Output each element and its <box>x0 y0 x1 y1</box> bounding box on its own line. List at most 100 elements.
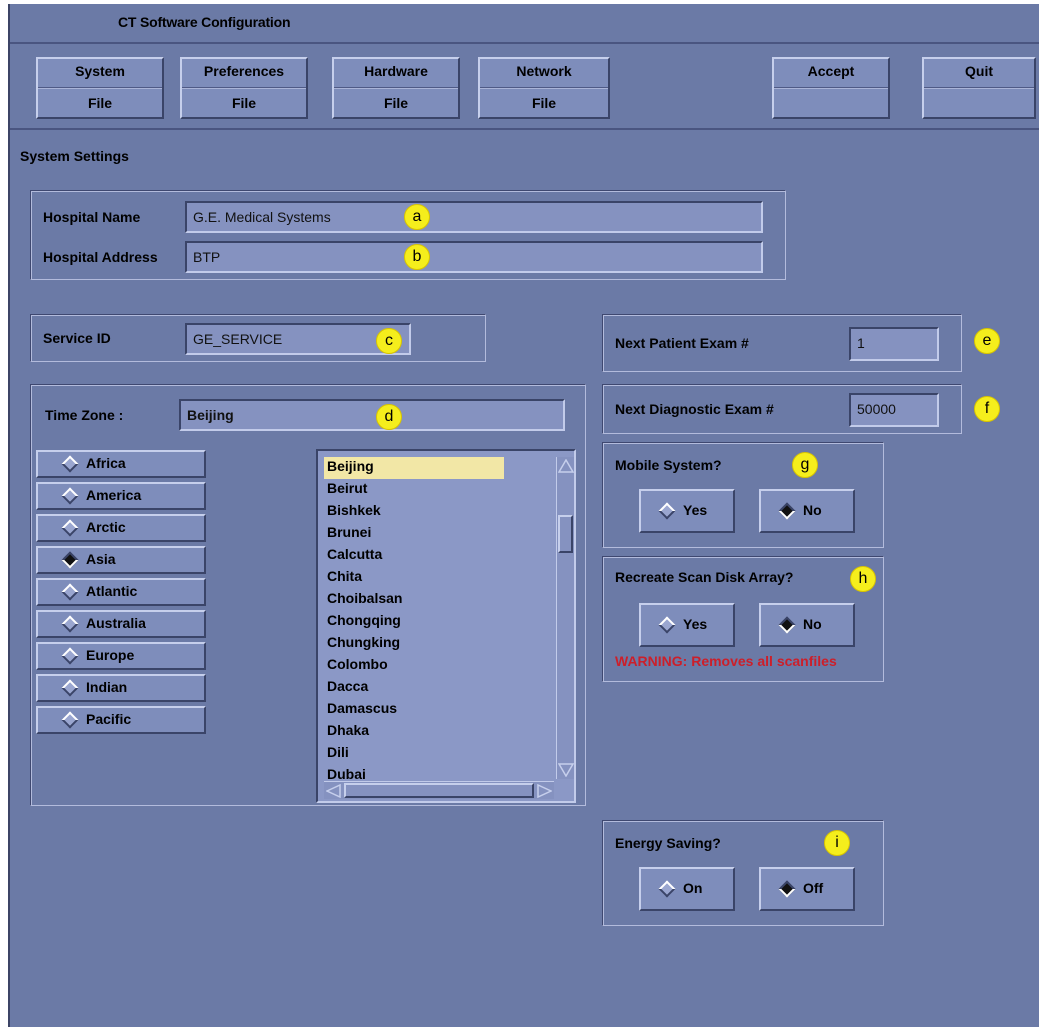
city-list-item[interactable]: Beijing <box>324 457 504 479</box>
city-list-item[interactable]: Dacca <box>324 677 552 699</box>
preferences-file-button[interactable]: Preferences File <box>180 57 308 119</box>
region-radio-indian[interactable]: Indian <box>36 674 206 702</box>
recreate-yes-button[interactable]: Yes <box>639 603 735 647</box>
hardware-label: Hardware <box>364 63 428 79</box>
hospital-name-label: Hospital Name <box>43 209 141 225</box>
city-list: Beijing Beirut Bishkek Brunei Calcutta Chita C… <box>324 457 552 787</box>
region-radio-australia[interactable]: Australia <box>36 610 206 638</box>
region-label: Africa <box>86 455 126 471</box>
hospital-name-field[interactable]: G.E. Medical Systems <box>185 201 763 233</box>
energy-on-button[interactable]: On <box>639 867 735 911</box>
scroll-down-arrow-icon[interactable] <box>558 763 574 777</box>
network-label: Network <box>516 63 572 79</box>
hardware-file-label: File <box>383 95 409 111</box>
diamond-radio-icon <box>658 880 676 898</box>
city-list-item[interactable]: Colombo <box>324 655 552 677</box>
region-radio-arctic[interactable]: Arctic <box>36 514 206 542</box>
region-radio-asia[interactable]: Asia <box>36 546 206 574</box>
vertical-scroll-thumb[interactable] <box>558 515 573 553</box>
system-file-button[interactable]: System File <box>36 57 164 119</box>
city-listbox[interactable]: Beijing Beirut Bishkek Brunei Calcutta Chita C… <box>316 449 576 803</box>
energy-on-label: On <box>683 880 703 896</box>
hospital-address-field[interactable]: BTP <box>185 241 763 273</box>
city-list-item[interactable]: Beirut <box>324 479 552 501</box>
city-list-item[interactable]: Brunei <box>324 523 552 545</box>
region-radio-europe[interactable]: Europe <box>36 642 206 670</box>
accept-button[interactable]: Accept <box>772 57 890 119</box>
mobile-yes-button[interactable]: Yes <box>639 489 735 533</box>
region-label: Arctic <box>86 519 126 535</box>
preferences-file-label: File <box>231 95 257 111</box>
diamond-radio-icon <box>61 711 79 729</box>
next-diagnostic-field[interactable]: 50000 <box>849 393 939 427</box>
city-list-item[interactable]: Bishkek <box>324 501 552 523</box>
region-label: Europe <box>86 647 135 663</box>
system-file-label: File <box>87 95 113 111</box>
warning-text: WARNING: Removes all scanfiles <box>615 653 837 669</box>
city-list-item[interactable]: Chungking <box>324 633 552 655</box>
city-list-item[interactable]: Damascus <box>324 699 552 721</box>
diamond-radio-icon <box>61 519 79 537</box>
next-diagnostic-label: Next Diagnostic Exam # <box>615 401 774 417</box>
marker-e: e <box>974 328 1000 354</box>
diamond-radio-icon <box>61 455 79 473</box>
marker-b: b <box>404 244 430 270</box>
next-patient-group: Next Patient Exam # 1 <box>602 314 962 372</box>
diamond-radio-icon <box>61 647 79 665</box>
city-list-item[interactable]: Calcutta <box>324 545 552 567</box>
diamond-radio-selected-icon <box>61 551 79 569</box>
network-file-label: File <box>531 95 557 111</box>
marker-h: h <box>850 566 876 592</box>
marker-a: a <box>404 204 430 230</box>
region-label: Australia <box>86 615 146 631</box>
marker-c: c <box>376 328 402 354</box>
city-list-item[interactable]: Dhaka <box>324 721 552 743</box>
time-zone-label: Time Zone : <box>45 407 124 423</box>
region-label: Asia <box>86 551 116 567</box>
region-label: Indian <box>86 679 128 695</box>
accept-label: Accept <box>807 63 855 79</box>
region-radio-pacific[interactable]: Pacific <box>36 706 206 734</box>
quit-label: Quit <box>965 63 993 79</box>
hardware-file-button[interactable]: Hardware File <box>332 57 460 119</box>
recreate-scan-disk-label: Recreate Scan Disk Array? <box>615 569 794 585</box>
energy-off-button[interactable]: Off <box>759 867 855 911</box>
scroll-left-arrow-icon[interactable] <box>326 784 342 798</box>
time-zone-field[interactable]: Beijing <box>179 399 565 431</box>
scroll-right-arrow-icon[interactable] <box>536 784 552 798</box>
scroll-up-arrow-icon[interactable] <box>558 459 574 473</box>
preferences-label: Preferences <box>203 63 285 79</box>
diamond-radio-icon <box>61 583 79 601</box>
recreate-no-button[interactable]: No <box>759 603 855 647</box>
mobile-no-button[interactable]: No <box>759 489 855 533</box>
mobile-yes-label: Yes <box>683 502 708 518</box>
recreate-scan-disk-group: Recreate Scan Disk Array? Yes No WARNING… <box>602 556 884 682</box>
mobile-system-group: Mobile System? Yes No <box>602 442 884 548</box>
marker-f: f <box>974 396 1000 422</box>
diamond-radio-selected-icon <box>778 880 796 898</box>
horizontal-scroll-thumb[interactable] <box>344 783 534 798</box>
vertical-scrollbar[interactable] <box>556 457 574 779</box>
city-list-item[interactable]: Chongqing <box>324 611 552 633</box>
city-list-item[interactable]: Dili <box>324 743 552 765</box>
city-list-item[interactable]: Choibalsan <box>324 589 552 611</box>
next-diagnostic-group: Next Diagnostic Exam # 50000 <box>602 384 962 434</box>
mobile-system-label: Mobile System? <box>615 457 722 473</box>
region-radio-atlantic[interactable]: Atlantic <box>36 578 206 606</box>
network-file-button[interactable]: Network File <box>478 57 610 119</box>
quit-button[interactable]: Quit <box>922 57 1036 119</box>
horizontal-scrollbar[interactable] <box>324 781 554 799</box>
region-radio-america[interactable]: America <box>36 482 206 510</box>
title-divider <box>10 42 1039 44</box>
section-title: System Settings <box>20 148 129 164</box>
diamond-radio-icon <box>61 487 79 505</box>
service-id-label: Service ID <box>43 330 111 346</box>
diamond-radio-icon <box>658 616 676 634</box>
marker-d: d <box>376 404 402 430</box>
marker-g: g <box>792 452 818 478</box>
region-radio-africa[interactable]: Africa <box>36 450 206 478</box>
city-list-item[interactable]: Chita <box>324 567 552 589</box>
recreate-yes-label: Yes <box>683 616 708 632</box>
next-patient-field[interactable]: 1 <box>849 327 939 361</box>
region-label: Pacific <box>86 711 132 727</box>
